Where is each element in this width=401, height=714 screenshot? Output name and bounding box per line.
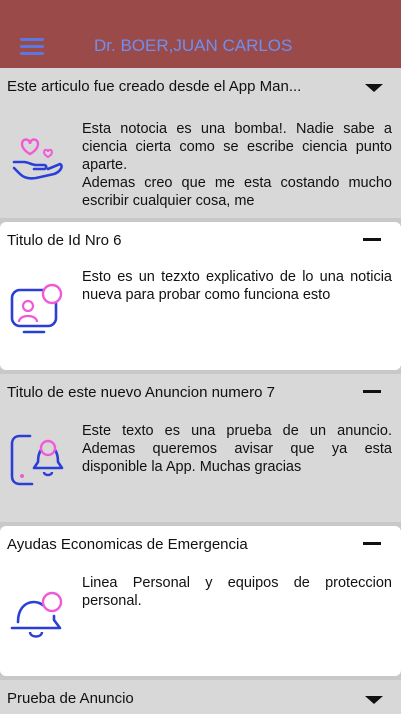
news-card: Titulo de Id Nro 6 Esto es un tezxto exp… xyxy=(0,222,401,370)
card-body: Este texto es una prueba de un anuncio. … xyxy=(82,422,392,476)
card-text: Ademas creo que me esta costando mucho e… xyxy=(82,175,392,209)
card-header[interactable]: Ayudas Economicas de Emergencia xyxy=(0,526,401,560)
news-card: Prueba de Anuncio xyxy=(0,680,401,714)
card-body: Esta notocia es una bomba!. Nadie sabe a… xyxy=(82,120,392,212)
minus-icon[interactable] xyxy=(363,383,383,399)
news-card: Ayudas Economicas de Emergencia Linea Pe… xyxy=(0,526,401,676)
caret-down-icon[interactable] xyxy=(365,696,383,704)
card-header[interactable]: Titulo de este nuevo Anuncion numero 7 xyxy=(0,374,401,408)
card-title: Ayudas Economicas de Emergencia xyxy=(7,536,248,553)
card-text: Esta notocia es una bomba!. Nadie sabe a… xyxy=(82,121,392,173)
card-body: Esto es un tezxto explicativo de lo una … xyxy=(82,268,392,304)
heart-hand-icon xyxy=(12,138,63,180)
card-title: Prueba de Anuncio xyxy=(7,690,134,707)
bell-badge-icon xyxy=(10,591,63,638)
card-text: Este texto es una prueba de un anuncio. … xyxy=(82,423,392,475)
minus-icon[interactable] xyxy=(363,231,383,247)
card-body: Linea Personal y equipos de proteccion p… xyxy=(82,574,392,610)
news-card: Este articulo fue creado desde el App Ma… xyxy=(0,68,401,218)
card-header[interactable]: Titulo de Id Nro 6 xyxy=(0,222,401,256)
news-card: Titulo de este nuevo Anuncion numero 7 E… xyxy=(0,374,401,522)
app-title: Dr. BOER,JUAN CARLOS xyxy=(94,36,293,55)
status-bar xyxy=(0,0,401,24)
card-title: Este articulo fue creado desde el App Ma… xyxy=(7,78,302,95)
app-bar: Dr. BOER,JUAN CARLOS xyxy=(0,24,401,68)
device-bell-icon xyxy=(10,434,64,486)
card-text: Esto es un tezxto explicativo de lo una … xyxy=(82,269,392,303)
user-monitor-icon xyxy=(10,283,63,334)
card-title: Titulo de este nuevo Anuncion numero 7 xyxy=(7,384,275,401)
card-text: Linea Personal y equipos de proteccion p… xyxy=(82,575,392,609)
caret-down-icon[interactable] xyxy=(365,84,383,92)
card-header[interactable]: Prueba de Anuncio xyxy=(0,680,401,714)
hamburger-menu-icon[interactable] xyxy=(18,36,48,56)
card-title: Titulo de Id Nro 6 xyxy=(7,232,122,249)
minus-icon[interactable] xyxy=(363,535,383,551)
card-header[interactable]: Este articulo fue creado desde el App Ma… xyxy=(0,68,401,102)
